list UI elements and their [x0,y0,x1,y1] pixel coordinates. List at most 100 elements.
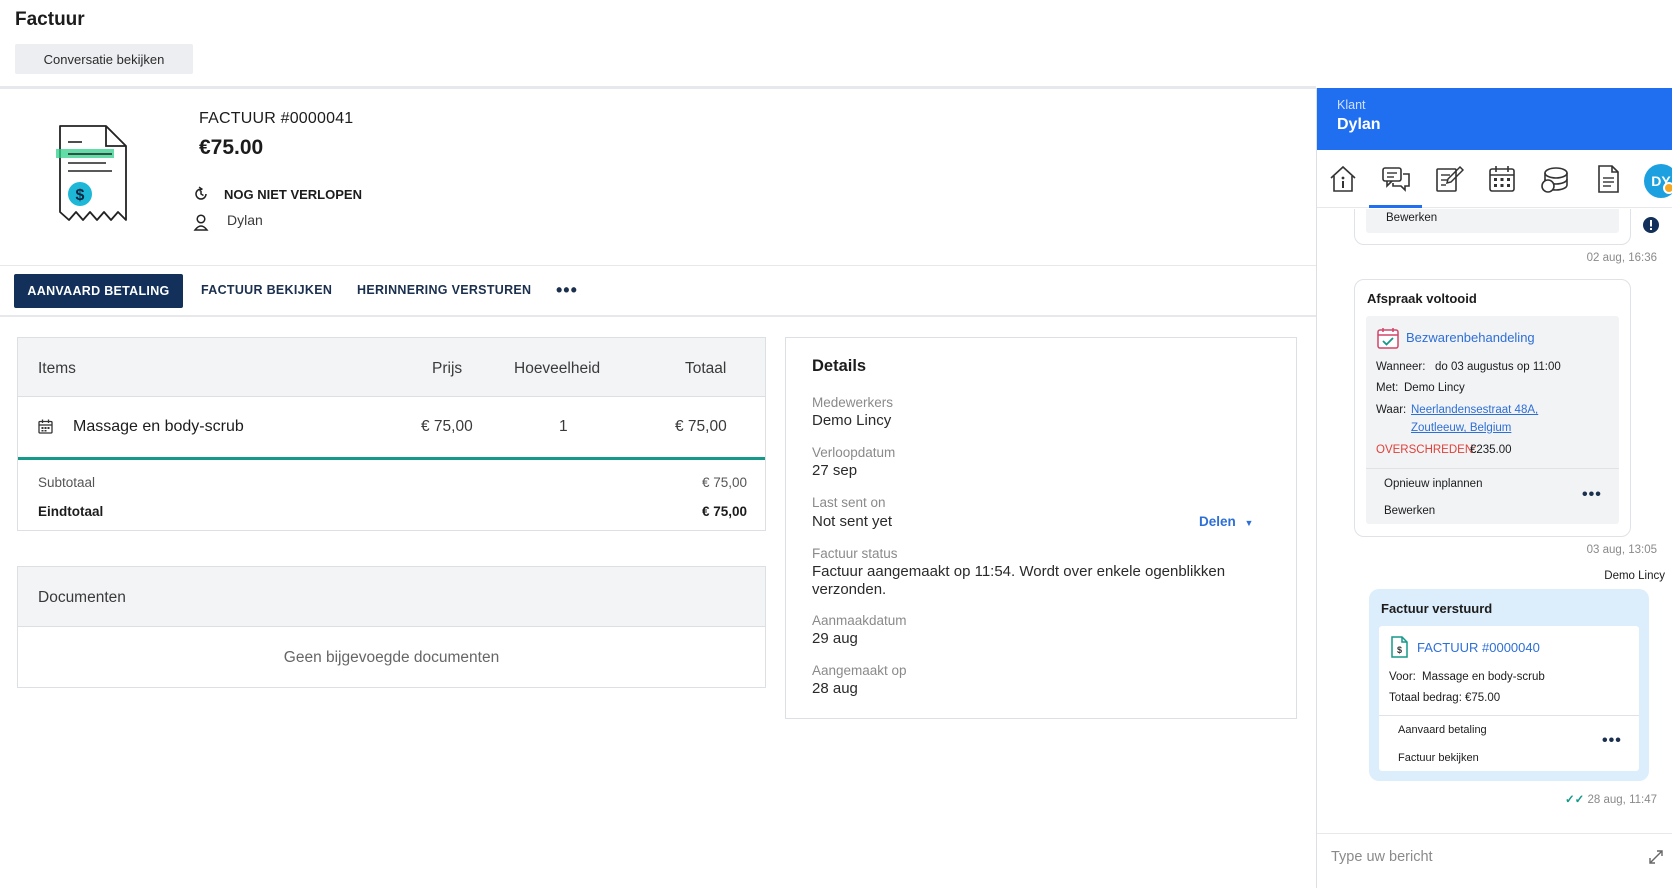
address-link-line2[interactable]: Zoutleeuw, Belgium [1411,422,1511,434]
message-title: Afspraak voltooid [1367,291,1477,306]
items-total-divider [18,457,765,460]
message-title: Factuur verstuurd [1381,601,1493,616]
appointment-card: Bezwarenbehandeling Wanneer: do 03 augus… [1366,316,1619,524]
appointment-message: Afspraak voltooid Bezwarenbehandeling Wa… [1354,279,1631,537]
svg-text:$: $ [1397,645,1402,655]
home-info-icon[interactable] [1328,164,1358,194]
with-label: Met: [1376,382,1399,394]
expand-icon[interactable] [1647,848,1665,866]
customer-panel-name: Dylan [1337,116,1381,133]
created-on-label: Aangemaakt op [812,663,907,678]
item-price: € 75,00 [421,418,473,435]
more-options-icon[interactable]: ••• [1602,732,1622,750]
accept-payment-button[interactable]: AANVAARD BETALING [14,274,183,308]
composer-divider [1317,833,1672,834]
documents-empty-message: Geen bijgevoegde documenten [283,649,500,666]
svg-text:$: $ [76,187,85,204]
created-on-value: 28 aug [812,680,858,697]
edit-action[interactable]: Bewerken [1384,505,1435,517]
view-invoice-link[interactable]: FACTUUR BEKIJKEN [201,283,332,297]
item-total: € 75,00 [675,418,727,435]
calendar-icon[interactable] [1487,164,1517,194]
edit-action[interactable]: Bewerken [1386,212,1437,224]
last-sent-label: Last sent on [812,495,886,510]
details-title: Details [812,357,867,375]
created-date-label: Aanmaakdatum [812,613,907,628]
invoice-amount: €75.00 [199,136,264,159]
total-value: €75.00 [1465,692,1501,704]
header-divider [0,86,1316,89]
share-dropdown[interactable]: Delen ▼ [1199,514,1253,529]
total-label: Totaal bedrag: [1389,692,1462,704]
item-name: Massage en body-scrub [73,418,244,435]
invoice-document-icon: $ [1391,636,1408,658]
service-link[interactable]: Bezwarenbehandeling [1406,330,1535,345]
appointment-calendar-icon [1377,328,1399,349]
last-sent-value: Not sent yet [812,513,893,530]
subtotal-value: € 75,00 [701,475,747,490]
documents-title: Documenten [38,589,126,606]
pending-clock-icon [195,186,207,200]
items-card: Items Prijs Hoeveelheid Totaal Massage e… [17,337,766,531]
customer-panel-header: Klant Dylan [1317,88,1672,150]
staff-label: Medewerkers [812,395,894,410]
details-card: Details Medewerkers Demo Lincy Verloopda… [785,337,1297,719]
chat-thread: Bewerken ••• 02 aug, 16:36 Afspraak volt… [1317,209,1672,834]
page-title: Factuur [15,9,85,30]
view-invoice-action[interactable]: Factuur bekijken [1398,752,1479,764]
payments-icon[interactable] [1540,164,1570,194]
where-label: Waar: [1376,404,1407,416]
documents-header: Documenten [18,567,765,627]
grand-total-label: Eindtotaal [38,504,104,519]
send-reminder-link[interactable]: HERINNERING VERSTUREN [357,283,531,297]
accept-payment-action[interactable]: Aanvaard betaling [1398,724,1487,736]
invoice-status-label: Factuur status [812,546,898,561]
overdue-value: €235.00 [1470,444,1512,456]
column-header-price: Prijs [432,360,463,377]
invoice-number: FACTUUR #0000041 [199,110,354,127]
customer-tabs: DY [1317,150,1672,208]
reschedule-action[interactable]: Opnieuw inplannen [1384,478,1482,490]
message-timestamp: 28 aug, 11:47 [1587,794,1658,806]
when-value: do 03 augustus op 11:00 [1435,361,1561,373]
documents-card: Documenten Geen bijgevoegde documenten [17,566,766,688]
document-icon[interactable] [1593,164,1623,194]
grand-total-value: € 75,00 [701,504,747,519]
invoice-link[interactable]: FACTUUR #0000040 [1417,640,1540,655]
more-actions-icon[interactable]: ••• [556,280,578,301]
notes-icon[interactable] [1434,164,1464,194]
address-link-line1[interactable]: Neerlandensestraat 48A, [1411,404,1538,416]
with-value: Demo Lincy [1404,382,1465,394]
double-check-icon: ✓✓ [1565,794,1585,806]
avatar-status-dot [1663,182,1672,194]
chat-message: Bewerken ••• [1354,209,1631,245]
subtotal-label: Subtotaal [38,475,96,490]
message-actions: Bewerken ••• [1366,209,1619,233]
share-label: Delen [1199,514,1236,529]
for-value: Massage en body-scrub [1422,671,1545,683]
message-sender: Demo Lincy [1604,570,1665,582]
conversation-icon[interactable] [1381,164,1411,194]
overdue-label: OVERSCHREDEN: [1376,444,1477,456]
due-date-label: Verloopdatum [812,445,896,460]
alert-icon[interactable] [1642,216,1660,234]
message-input[interactable] [1331,842,1631,872]
more-options-icon[interactable]: ••• [1582,486,1602,504]
customer-name[interactable]: Dylan [227,212,263,228]
receipt-illustration-icon: $ [56,125,127,221]
customer-panel: Klant Dylan DY Bewerken 02 aug, 16:36 Af… [1316,88,1672,888]
message-timestamp: 02 aug, 16:36 [1586,252,1657,264]
items-table-header: Items Prijs Hoeveelheid Totaal [18,338,765,397]
for-label: Voor: [1389,671,1416,683]
card-divider [1379,715,1639,716]
message-timestamp: 03 aug, 13:05 [1586,544,1657,556]
staff-value: Demo Lincy [812,412,892,429]
invoice-status-value: Factuur aangemaakt op 11:54. Wordt over … [812,563,1226,598]
item-quantity: 1 [559,418,568,435]
person-icon [193,214,209,231]
column-header-total: Totaal [685,360,727,377]
when-label: Wanneer: [1376,361,1426,373]
created-date-value: 29 aug [812,630,858,647]
card-divider [1366,468,1619,469]
view-conversation-button[interactable]: Conversatie bekijken [15,44,193,74]
